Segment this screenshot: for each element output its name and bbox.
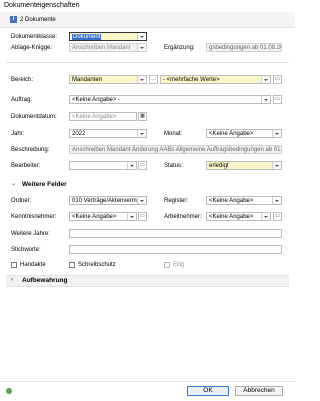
monat-select[interactable]: <Keine Angabe> bbox=[206, 129, 282, 138]
kenntnisnehmer-value: <Keine Angabe> bbox=[72, 214, 117, 220]
bereich-lookup-button[interactable]: ▭ bbox=[273, 75, 282, 84]
auftrag-label: Auftrag: bbox=[11, 97, 33, 103]
ablage-knigge-select: Anschreiben Mandant bbox=[69, 43, 147, 52]
chevron-down-icon[interactable]: ⌄ bbox=[11, 180, 16, 187]
dokumentklasse-select[interactable]: Dokument bbox=[69, 32, 147, 41]
status-select[interactable]: erledigt bbox=[206, 161, 282, 170]
register-value: <Keine Angabe> bbox=[209, 198, 254, 204]
kenntnisnehmer-select[interactable]: <Keine Angabe> bbox=[69, 212, 137, 221]
weitere-jahre-label: Weitere Jahre: bbox=[11, 231, 50, 237]
chevron-down-icon[interactable] bbox=[137, 76, 146, 83]
weitere-jahre-field[interactable] bbox=[69, 229, 282, 238]
chevron-down-icon[interactable] bbox=[127, 162, 136, 169]
bereich-value: Mandanten bbox=[72, 77, 103, 83]
ablage-knigge-value: Anschreiben Mandant bbox=[72, 45, 131, 51]
stichworte-field[interactable] bbox=[69, 245, 282, 254]
chevron-down-icon[interactable] bbox=[137, 197, 146, 204]
bearbeiter-lookup-button[interactable]: ▭ bbox=[138, 161, 147, 170]
chevron-down-icon[interactable] bbox=[272, 162, 281, 169]
auftrag-value: <Keine Angabe> - bbox=[72, 97, 121, 103]
window-title: Dokumenteigenschaften bbox=[4, 2, 80, 9]
cancel-button[interactable]: Abbrechen bbox=[235, 386, 283, 396]
bereich-browse-button[interactable]: … bbox=[149, 75, 158, 84]
ordner-value: 010 Verträge/Aktenverme bbox=[72, 198, 141, 204]
ergaenzung-field: gsbedingungen ab 01.08.2022 bbox=[206, 43, 282, 52]
weitere-felder-title[interactable]: Weitere Felder bbox=[22, 181, 67, 188]
beschreibung-label: Beschreibung: bbox=[11, 147, 50, 153]
dokumentklasse-label: Dokumentklasse: bbox=[11, 34, 58, 40]
monat-value: <Keine Angabe> bbox=[209, 131, 254, 137]
schreibschutz-label: Schreibschutz bbox=[78, 262, 116, 268]
info-icon: i bbox=[10, 16, 17, 23]
arbeitnehmer-select[interactable]: <Keine Angabe> bbox=[206, 212, 271, 221]
arbeitnehmer-label: Arbeitnehmer: bbox=[164, 214, 202, 220]
chevron-right-icon[interactable]: › bbox=[11, 277, 13, 283]
register-label: Register: bbox=[164, 198, 189, 204]
calendar-icon[interactable]: ▦ bbox=[138, 112, 147, 121]
dokumentklasse-value: Dokument bbox=[72, 34, 102, 40]
stichworte-label: Stichworte: bbox=[11, 247, 41, 253]
arbeitnehmer-value: <Keine Angabe> bbox=[209, 214, 254, 220]
auftrag-select[interactable]: <Keine Angabe> - bbox=[69, 95, 271, 104]
status-label: Status: bbox=[164, 163, 183, 169]
kenntnisnehmer-label: Kenntnisnehmer: bbox=[11, 214, 57, 220]
chevron-down-icon[interactable] bbox=[137, 33, 146, 40]
dokumentdatum-field[interactable]: <Keine Angabe> bbox=[69, 112, 137, 121]
chevron-down-icon[interactable] bbox=[272, 130, 281, 137]
bereich-multi-value: - <mehrfache Werte> bbox=[163, 77, 220, 83]
document-count: 2 Dokumente bbox=[20, 17, 56, 23]
ergaenzung-label: Ergänzung: bbox=[164, 45, 195, 51]
jahr-value: 2022 bbox=[72, 131, 86, 137]
beschreibung-field[interactable]: Anschreiben Mandant Änderung AABs Allgem… bbox=[69, 145, 282, 154]
help-icon[interactable] bbox=[6, 388, 12, 394]
jahr-select[interactable]: 2022 bbox=[69, 129, 147, 138]
bereich-multi-select[interactable]: - <mehrfache Werte> bbox=[160, 75, 271, 84]
register-select[interactable]: <Keine Angabe> bbox=[206, 196, 282, 205]
ok-button[interactable]: OK bbox=[187, 386, 229, 396]
eilig-checkbox bbox=[164, 262, 170, 268]
monat-label: Monat: bbox=[164, 131, 183, 137]
handakte-checkbox[interactable] bbox=[11, 262, 17, 268]
divider bbox=[6, 62, 289, 63]
jahr-label: Jahr: bbox=[11, 131, 25, 137]
kenntnisnehmer-lookup-button[interactable]: ▭ bbox=[138, 212, 147, 221]
bereich-label: Bereich: bbox=[11, 77, 34, 83]
chevron-down-icon[interactable] bbox=[272, 197, 281, 204]
handakte-label: Handakte bbox=[20, 262, 46, 268]
bearbeiter-select[interactable] bbox=[69, 161, 137, 170]
ablage-knigge-label: Ablage-Knigge: bbox=[11, 45, 53, 51]
bearbeiter-label: Bearbeiter: bbox=[11, 163, 41, 169]
aufbewahrung-title[interactable]: Aufbewahrung bbox=[22, 277, 68, 284]
status-value: erledigt bbox=[209, 163, 229, 169]
chevron-down-icon[interactable] bbox=[261, 96, 270, 103]
chevron-down-icon[interactable] bbox=[261, 213, 270, 220]
ordner-select[interactable]: 010 Verträge/Aktenverme bbox=[69, 196, 147, 205]
arbeitnehmer-lookup-button[interactable]: ▭ bbox=[273, 212, 282, 221]
schreibschutz-checkbox[interactable] bbox=[69, 262, 75, 268]
ordner-label: Ordner: bbox=[11, 198, 32, 204]
chevron-down-icon[interactable] bbox=[261, 76, 270, 83]
eilig-label: Eilig bbox=[173, 262, 185, 268]
bereich-select[interactable]: Mandanten bbox=[69, 75, 147, 84]
chevron-down-icon[interactable] bbox=[127, 213, 136, 220]
dokumentdatum-label: Dokumentdatum: bbox=[11, 114, 57, 120]
chevron-down-icon bbox=[137, 44, 146, 51]
chevron-down-icon[interactable] bbox=[137, 130, 146, 137]
auftrag-lookup-button[interactable]: ▭ bbox=[273, 95, 282, 104]
